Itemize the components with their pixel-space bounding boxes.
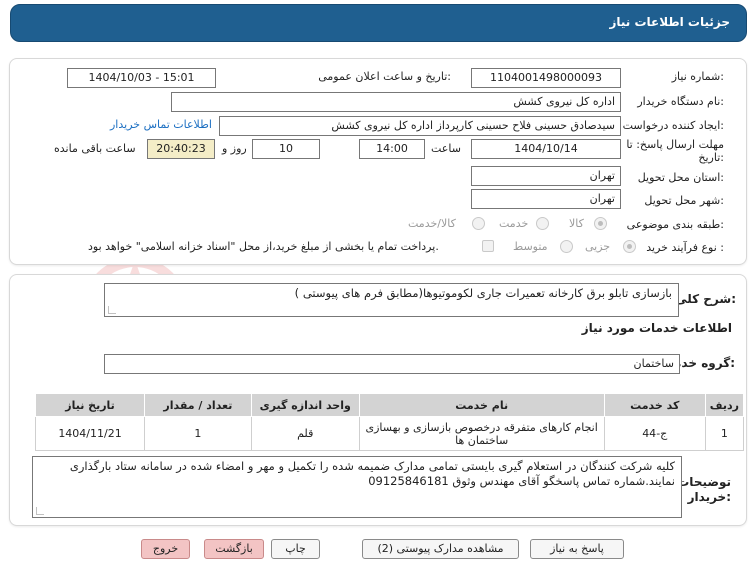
process-radio-minor[interactable] <box>623 240 636 253</box>
province-label: استان محل تحویل: <box>637 171 724 184</box>
cell-quantity: 1 <box>144 416 252 451</box>
column-header-unit: واحد اندازه گیری <box>250 393 360 417</box>
back-button[interactable]: بازگشت <box>204 539 264 559</box>
need-number-field: 1104001498000093 <box>471 68 621 88</box>
title-bar: جزئیات اطلاعات نیاز <box>10 4 747 42</box>
buyer-org-label: نام دستگاه خریدار: <box>637 95 724 108</box>
description-textarea[interactable]: بازسازی تابلو برق کارخانه تعمیرات جاری ل… <box>104 283 679 317</box>
exit-button[interactable]: خروج <box>141 539 190 559</box>
remaining-label: ساعت باقی مانده <box>54 142 136 155</box>
province-field: تهران <box>471 166 621 186</box>
table-row: 1 ج-44 انجام کارهای متفرقه درخصوص بازساز… <box>34 416 745 451</box>
deadline-label-date: تاریخ: <box>698 151 724 164</box>
description-text: بازسازی تابلو برق کارخانه تعمیرات جاری ل… <box>294 286 672 300</box>
buyer-org-field: اداره کل نیروی کشش <box>171 92 621 112</box>
buyer-notes-label-2: خریدار: <box>687 490 731 504</box>
requester-label: ایجاد کننده درخواست: <box>622 119 724 132</box>
category-option-goods-service: کالا/خدمت <box>408 217 456 230</box>
buyer-notes-textarea[interactable]: کلیه شرکت کنندگان در استعلام گیری بایستی… <box>32 456 682 518</box>
remaining-time-field: 20:40:23 <box>147 139 215 159</box>
column-header-row-index: ردیف <box>704 393 745 417</box>
payment-note: پرداخت تمام یا بخشی از مبلغ خرید،از محل … <box>88 240 439 253</box>
services-header: اطلاعات خدمات مورد نیاز <box>581 321 732 335</box>
category-option-service: خدمت <box>499 217 529 230</box>
cell-need-date: 1404/11/21 <box>34 416 146 451</box>
requester-field: سیدصادق حسینی فلاح حسینی کارپرداز اداره … <box>219 116 621 136</box>
category-label: طبقه بندی موضوعی: <box>626 218 724 231</box>
process-radio-medium[interactable] <box>560 240 573 253</box>
cell-service-code: ج-44 <box>603 416 706 451</box>
cell-unit: قلم <box>250 416 360 451</box>
services-table: ردیف کد خدمت نام خدمت واحد اندازه گیری ت… <box>34 393 745 451</box>
column-header-service-name: نام خدمت <box>358 393 605 417</box>
cell-service-name: انجام کارهای متفرقه درخصوص بازسازی و بهس… <box>358 416 605 451</box>
days-field: 10 <box>252 139 320 159</box>
buyer-notes-label: توضیحات <box>677 475 731 489</box>
category-radio-service[interactable] <box>536 217 549 230</box>
resize-grip-icon[interactable] <box>108 306 116 314</box>
category-option-goods: کالا <box>569 217 584 230</box>
info-panel <box>9 58 747 265</box>
process-option-medium: متوسط <box>513 240 548 253</box>
column-header-need-date: تاریخ نیاز <box>34 393 146 417</box>
payment-checkbox[interactable] <box>482 240 494 252</box>
print-button[interactable]: چاپ <box>271 539 320 559</box>
deadline-hour-label: ساعت <box>431 142 461 155</box>
column-header-quantity: تعداد / مقدار <box>144 393 252 417</box>
cell-row-index: 1 <box>704 416 745 451</box>
days-label: روز و <box>222 142 247 155</box>
need-number-label: شماره نیاز: <box>671 70 724 83</box>
page-title: جزئیات اطلاعات نیاز <box>609 15 730 29</box>
city-label: شهر محل تحویل: <box>644 194 724 207</box>
process-option-minor: جزیی <box>585 240 611 253</box>
contact-buyer-link[interactable]: اطلاعات تماس خریدار <box>110 118 212 131</box>
column-header-service-code: کد خدمت <box>603 393 706 417</box>
category-radio-goods-service[interactable] <box>472 217 485 230</box>
deadline-label: مهلت ارسال پاسخ: تا <box>626 138 724 151</box>
reply-button[interactable]: پاسخ به نیاز <box>530 539 624 559</box>
announce-label: تاریخ و ساعت اعلان عمومی: <box>318 70 451 83</box>
deadline-time-field: 14:00 <box>359 139 425 159</box>
city-field: تهران <box>471 189 621 209</box>
deadline-date-field: 1404/10/14 <box>471 139 621 159</box>
service-group-field: ساختمان <box>104 354 680 374</box>
process-label: نوع فرآیند خرید : <box>646 241 724 254</box>
table-header-row: ردیف کد خدمت نام خدمت واحد اندازه گیری ت… <box>34 393 745 417</box>
buyer-notes-text: کلیه شرکت کنندگان در استعلام گیری بایستی… <box>69 459 675 488</box>
category-radio-goods[interactable] <box>594 217 607 230</box>
announce-field: 1404/10/03 - 15:01 <box>67 68 216 88</box>
attachments-button[interactable]: مشاهده مدارک پیوستی (2) <box>362 539 519 559</box>
resize-grip-icon[interactable] <box>36 507 44 515</box>
